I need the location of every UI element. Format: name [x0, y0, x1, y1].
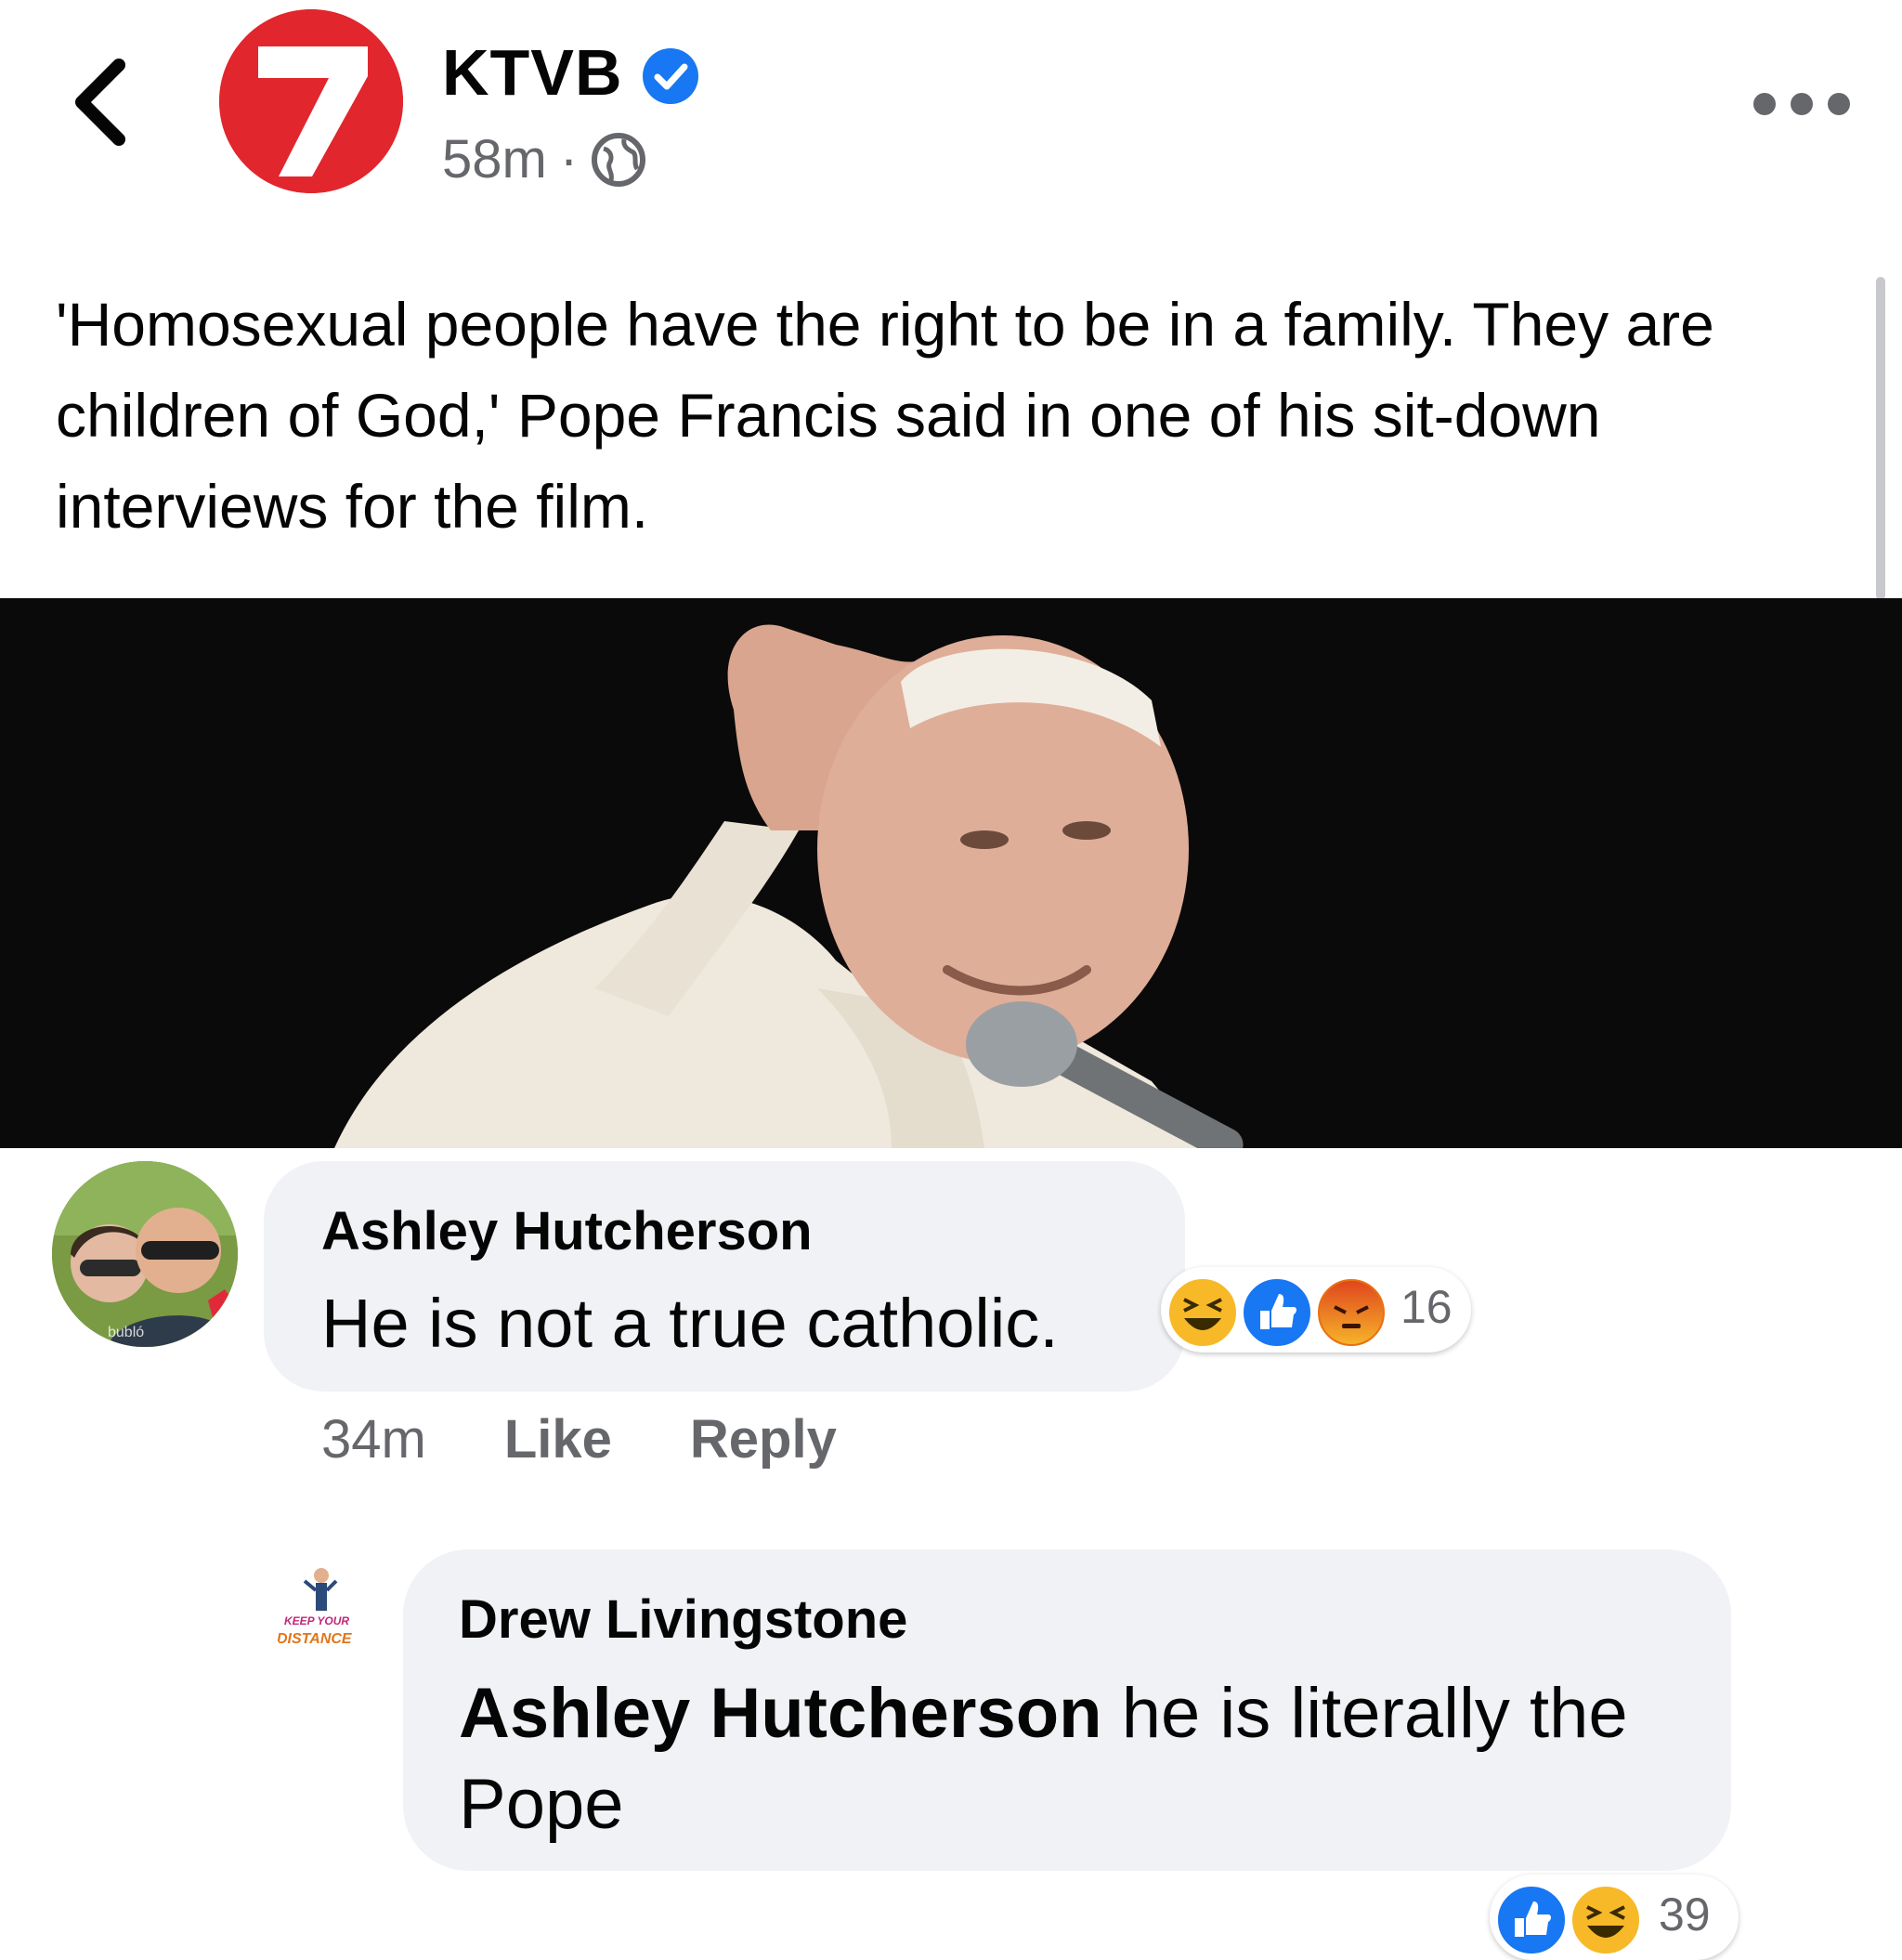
avatar-text-top: KEEP YOUR — [284, 1614, 350, 1627]
reply-author[interactable]: Drew Livingstone — [459, 1588, 907, 1651]
avatar-photo — [52, 1161, 238, 1347]
comment-time[interactable]: 34m — [321, 1408, 426, 1470]
commenter-avatar-drew[interactable]: KEEP YOUR DISTANCE — [267, 1553, 379, 1665]
reaction-count: 39 — [1659, 1888, 1711, 1940]
haha-reaction-icon — [1570, 1884, 1642, 1956]
commenter-avatar-ashley[interactable]: bubló — [52, 1161, 238, 1347]
reply-button[interactable]: Reply — [690, 1408, 837, 1470]
reply-reaction-summary[interactable]: 39 — [1490, 1875, 1739, 1960]
reply-mention[interactable]: Ashley Hutcherson — [459, 1674, 1102, 1753]
post-time[interactable]: 58m — [442, 128, 547, 190]
avatar-overlay-text: bubló — [108, 1325, 145, 1340]
back-button[interactable] — [65, 56, 139, 149]
avatar-keep-your-distance — [267, 1553, 379, 1665]
post-image[interactable] — [0, 598, 1902, 1148]
meta-separator: · — [559, 129, 579, 189]
like-button[interactable]: Like — [504, 1408, 612, 1470]
like-reaction-icon — [1495, 1884, 1568, 1956]
scrollbar[interactable] — [1876, 277, 1885, 600]
avatar-text-bottom: DISTANCE — [277, 1631, 352, 1647]
pope-photo — [0, 598, 1902, 1148]
globe-icon — [592, 132, 646, 187]
ktvb-7-logo — [219, 9, 403, 193]
comment-text: He is not a true catholic. — [321, 1285, 1059, 1362]
like-reaction-icon — [1241, 1276, 1313, 1349]
reaction-count: 16 — [1400, 1281, 1453, 1333]
verified-badge-icon — [641, 46, 700, 106]
comment-actions: 34m Like Reply — [321, 1408, 837, 1470]
comment-author[interactable]: Ashley Hutcherson — [321, 1200, 813, 1262]
reply-text: Ashley Hutcherson he is literally the Po… — [459, 1668, 1703, 1850]
post-text: 'Homosexual people have the right to be … — [56, 290, 1714, 541]
page-name[interactable]: KTVB — [442, 35, 623, 110]
back-chevron-icon — [75, 59, 125, 146]
page-avatar[interactable] — [219, 9, 403, 193]
haha-reaction-icon — [1166, 1276, 1239, 1349]
angry-reaction-icon — [1315, 1276, 1387, 1349]
more-options-button[interactable] — [1746, 85, 1857, 123]
reaction-summary[interactable]: 16 — [1161, 1267, 1471, 1352]
post-meta: 58m · — [442, 128, 646, 190]
more-dots-icon — [1753, 93, 1850, 115]
